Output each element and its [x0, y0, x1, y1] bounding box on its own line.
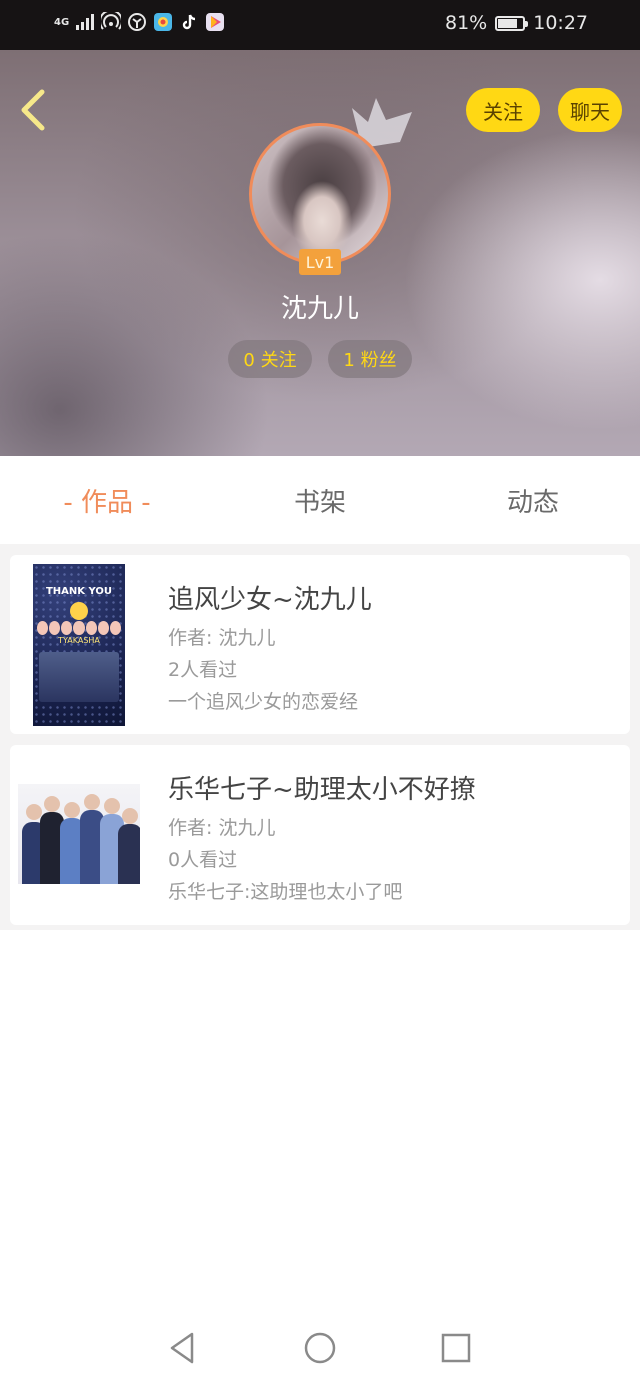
clock: 10:27 [533, 12, 588, 34]
work-summary: 乐华七子:这助理也太小了吧 [168, 881, 403, 903]
network-type: 4G [54, 16, 70, 28]
work-views: 2人看过 [168, 659, 238, 681]
book-cover-image: THANK YOU TYAKASHA [33, 564, 125, 726]
battery-icon [495, 15, 529, 31]
chevron-left-icon [21, 89, 45, 131]
book-cover-image [18, 784, 140, 884]
hotspot-icon [101, 12, 122, 32]
cover-group-photo [39, 652, 119, 702]
cover-figure-head [104, 798, 120, 814]
battery-fill [498, 18, 518, 28]
cover-figure-head [84, 794, 100, 810]
cover-subtitle-text: TYAKASHA [58, 636, 100, 645]
cover-figure-head [122, 808, 138, 824]
back-button[interactable] [14, 86, 54, 134]
fans-count-button[interactable]: 1 粉丝 [328, 340, 412, 378]
recents-square-icon [441, 1333, 471, 1363]
tiktok-icon [179, 12, 199, 32]
status-bar: 4G 81% 10:27 [0, 0, 640, 50]
signal-icon [75, 12, 95, 32]
level-badge: Lv1 [299, 249, 341, 275]
nav-recents-button[interactable] [434, 1326, 478, 1370]
nav-home-button[interactable] [298, 1326, 342, 1370]
work-author: 作者: 沈九儿 [168, 627, 276, 649]
tab-moments[interactable]: 动态 [443, 482, 623, 519]
cover-title-text: THANK YOU [45, 586, 113, 597]
video-app-icon [205, 12, 225, 32]
work-views: 0人看过 [168, 849, 238, 871]
system-nav-bar [0, 1310, 640, 1387]
cover-figure-head [44, 796, 60, 812]
status-icons-right: 81% 10:27 [445, 12, 588, 34]
work-card[interactable]: 乐华七子~助理太小不好撩 作者: 沈九儿 0人看过 乐华七子:这助理也太小了吧 [10, 745, 630, 925]
cover-faces [37, 621, 121, 635]
home-circle-icon [304, 1332, 336, 1364]
nav-back-button[interactable] [160, 1326, 204, 1370]
work-card[interactable]: THANK YOU TYAKASHA 追风少女~沈九儿 作者: 沈九儿 2人看过… [10, 555, 630, 734]
app-icon [153, 12, 173, 32]
work-title: 乐华七子~助理太小不好撩 [168, 775, 476, 805]
vpn-icon [127, 12, 147, 32]
profile-header: 关注 聊天 Lv1 沈九儿 0 关注 1 粉丝 [0, 50, 640, 456]
work-author: 作者: 沈九儿 [168, 817, 276, 839]
back-triangle-icon [170, 1332, 194, 1364]
cover-orb [70, 602, 88, 620]
cover-figure [118, 824, 140, 884]
chat-button[interactable]: 聊天 [558, 88, 622, 132]
battery-percent: 81% [445, 12, 488, 34]
cover-figure-head [26, 804, 42, 820]
work-title: 追风少女~沈九儿 [168, 585, 372, 615]
following-count-button[interactable]: 0 关注 [228, 340, 312, 378]
work-summary: 一个追风少女的恋爱经 [168, 691, 359, 713]
tab-bar: - 作品 - 书架 动态 [0, 456, 640, 544]
cover-figure-head [64, 802, 80, 818]
avatar[interactable] [249, 123, 391, 265]
tab-works[interactable]: - 作品 - [17, 482, 197, 519]
status-icons-left: 4G [54, 12, 225, 32]
tab-bookshelf[interactable]: 书架 [230, 482, 410, 519]
follow-button[interactable]: 关注 [466, 88, 540, 132]
username: 沈九儿 [280, 294, 359, 324]
